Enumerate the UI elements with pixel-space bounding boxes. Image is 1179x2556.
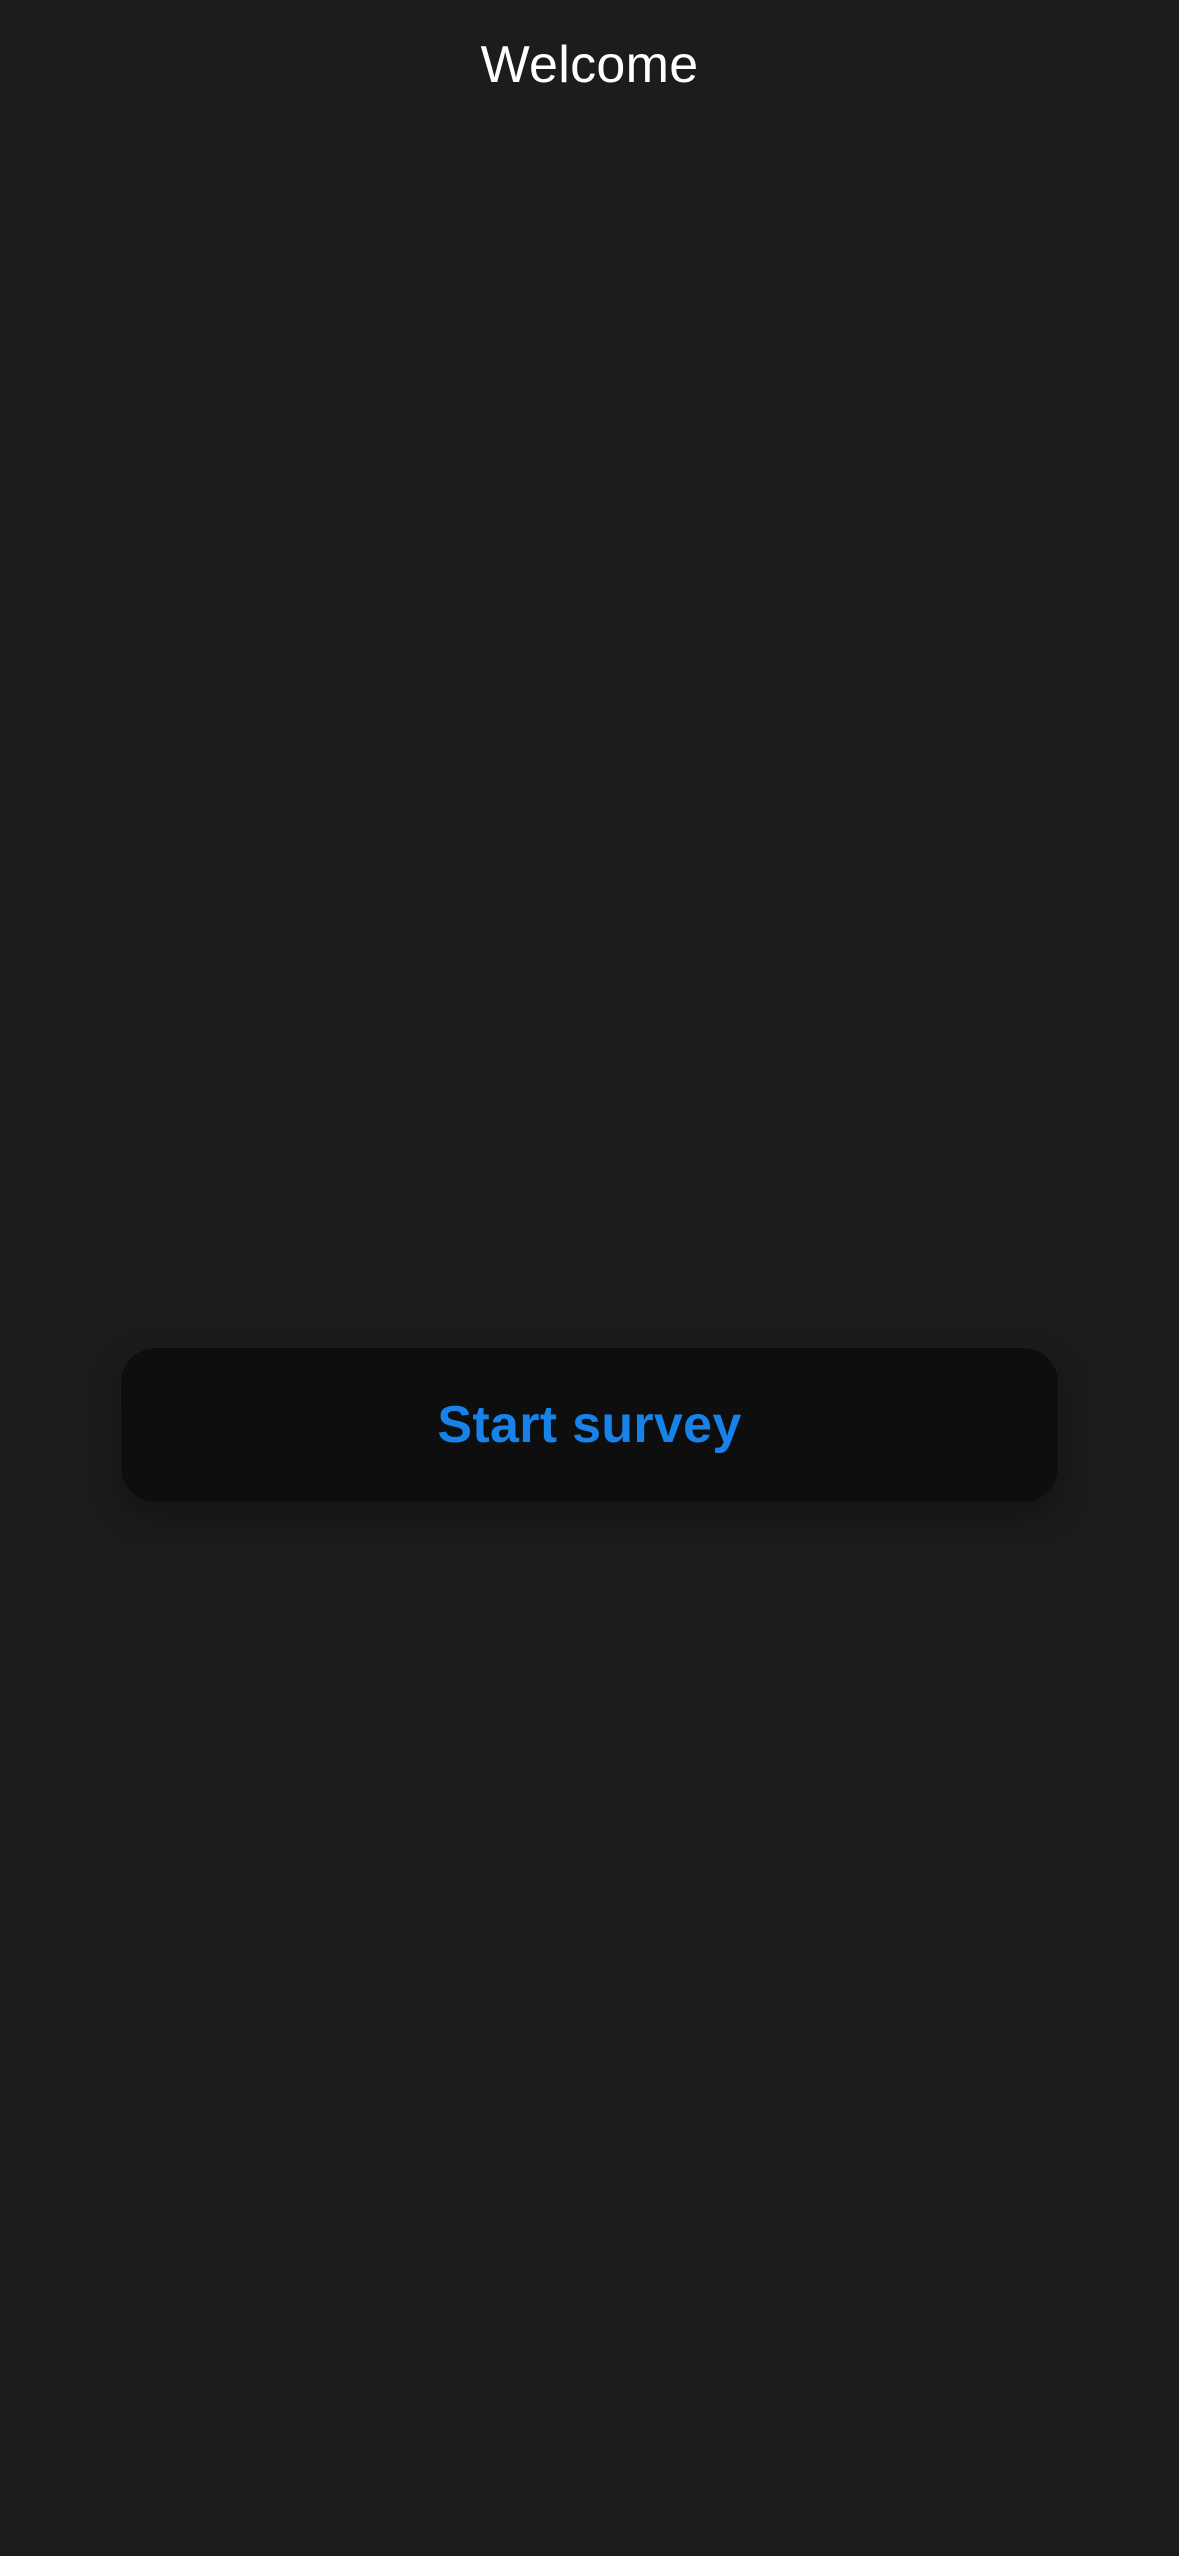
start-survey-button[interactable]: Start survey — [121, 1348, 1058, 1502]
page-title: Welcome — [480, 36, 699, 94]
start-survey-button-label: Start survey — [437, 1396, 742, 1454]
